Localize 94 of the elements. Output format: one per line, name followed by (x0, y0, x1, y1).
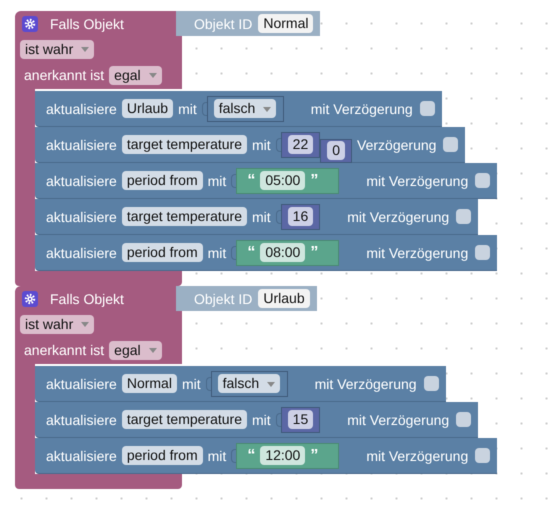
event-block-header[interactable]: Falls Objekt (15, 11, 182, 37)
gear-icon[interactable] (22, 16, 38, 32)
number-field[interactable]: 15 (288, 410, 314, 429)
block-label: mit (208, 244, 226, 260)
condition-dropdown[interactable]: ist wahr (20, 314, 94, 334)
boolean-block[interactable]: falsch (210, 370, 288, 396)
delay-checkbox[interactable] (456, 209, 472, 224)
ack-label: anerkannt ist (24, 67, 104, 83)
update-block[interactable]: aktualisiere period from mit “ 08:00 ” mit Verzögerung (35, 235, 498, 271)
value-dropdown[interactable]: falsch (218, 374, 280, 393)
gear-icon[interactable] (22, 291, 38, 307)
object-field[interactable]: target temperature (122, 207, 247, 226)
object-field[interactable]: period from (122, 446, 203, 465)
quote-mark: “ (247, 172, 256, 190)
number-block[interactable]: 22 (280, 132, 320, 158)
quote-mark: ” (310, 172, 318, 190)
delay-label: Verzögerung (357, 136, 436, 152)
block-label: mit (182, 376, 201, 392)
quote-mark: “ (247, 244, 256, 262)
object-id-block[interactable]: Objekt ID Urlaub (176, 286, 317, 311)
text-block[interactable]: “ 05:00 ” (236, 168, 340, 194)
text-field[interactable]: 05:00 (260, 171, 306, 190)
delay-label: mit Verzögerung (366, 244, 468, 260)
text-field[interactable]: 12:00 (260, 446, 306, 465)
block-label: aktualisiere (46, 172, 117, 188)
block-label: aktualisiere (46, 244, 117, 260)
update-block[interactable]: aktualisiere target temperature mit 16 mit Verzögerung (35, 199, 478, 235)
number-field[interactable]: 0 (327, 141, 346, 160)
block-label: aktualisiere (46, 100, 117, 116)
text-block[interactable]: “ 12:00 ” (236, 442, 340, 468)
delay-checkbox[interactable] (456, 412, 472, 427)
text-block[interactable]: “ 08:00 ” (236, 240, 340, 266)
block-label: aktualisiere (46, 136, 117, 152)
block-label: mit (252, 208, 271, 224)
caret-icon (148, 348, 157, 354)
ack-dropdown[interactable]: egal (109, 340, 162, 360)
update-block[interactable]: aktualisiere period from mit “ 05:00 ” mit Verzögerung (35, 163, 498, 199)
number-block[interactable]: 15 (280, 406, 320, 432)
caret-icon (81, 47, 90, 52)
text-field[interactable]: 08:00 (260, 243, 306, 262)
block-label: mit (178, 100, 197, 116)
caret-icon (81, 322, 90, 328)
number-block[interactable]: 16 (280, 204, 320, 230)
number-block[interactable]: 0 (320, 138, 352, 162)
update-block[interactable]: aktualisiere Urlaub mit falsch mit Verzögerung (35, 91, 442, 127)
object-field[interactable]: period from (122, 171, 203, 190)
object-field[interactable]: target temperature (122, 135, 247, 154)
update-block[interactable]: aktualisiere period from mit “ 12:00 ” mit Verzögerung (35, 438, 498, 474)
delay-label: mit Verzögerung (314, 376, 417, 392)
delay-checkbox[interactable] (475, 448, 490, 463)
block-label: aktualisiere (46, 412, 117, 428)
object-field[interactable]: target temperature (122, 410, 247, 429)
update-block[interactable]: aktualisiere target temperature mit 15 mit Verzögerung (35, 402, 478, 438)
quote-mark: “ (247, 446, 256, 464)
value-dropdown[interactable]: falsch (214, 99, 276, 118)
event-block-header[interactable]: Falls Objekt (15, 286, 182, 312)
object-id-field[interactable]: Urlaub (258, 289, 310, 308)
block-label: aktualisiere (46, 448, 117, 464)
ack-label: anerkannt ist (24, 342, 104, 358)
block-label: mit (208, 448, 226, 464)
delay-checkbox[interactable] (475, 173, 490, 188)
block-title: Falls Objekt (50, 16, 124, 32)
object-field[interactable]: Urlaub (122, 99, 174, 118)
object-field[interactable]: period from (122, 243, 203, 262)
boolean-block[interactable]: falsch (206, 96, 284, 122)
delay-label: mit Verzögerung (366, 172, 468, 188)
block-label: aktualisiere (46, 208, 117, 224)
block-label: aktualisiere (46, 376, 117, 392)
block-label: mit (208, 172, 226, 188)
block-label: mit (252, 136, 271, 152)
delay-label: mit Verzögerung (347, 412, 450, 428)
update-block[interactable]: aktualisiere Normal mit falsch mit Verzögerung (35, 366, 446, 402)
object-id-block[interactable]: Objekt ID Normal (176, 11, 320, 36)
caret-icon (267, 382, 276, 387)
caret-icon (263, 106, 272, 112)
ack-dropdown[interactable]: egal (109, 66, 162, 84)
quote-mark: ” (310, 244, 318, 262)
update-block[interactable]: aktualisiere target temperature mit 22 0 Verzögerung (35, 127, 466, 163)
quote-mark: ” (310, 446, 318, 464)
block-label: mit (252, 412, 271, 428)
number-field[interactable]: 22 (288, 135, 314, 154)
object-id-field[interactable]: Normal (258, 14, 314, 33)
object-field[interactable]: Normal (122, 374, 177, 393)
delay-checkbox[interactable] (420, 101, 435, 116)
block-title: Falls Objekt (50, 291, 124, 307)
delay-label: mit Verzögerung (366, 448, 468, 464)
delay-checkbox[interactable] (475, 245, 490, 260)
condition-dropdown[interactable]: ist wahr (20, 40, 94, 58)
delay-checkbox[interactable] (424, 376, 439, 391)
delay-label: mit Verzögerung (310, 100, 413, 116)
caret-icon (148, 73, 157, 78)
number-field[interactable]: 16 (288, 207, 314, 226)
delay-checkbox[interactable] (443, 137, 458, 152)
delay-label: mit Verzögerung (347, 208, 450, 224)
